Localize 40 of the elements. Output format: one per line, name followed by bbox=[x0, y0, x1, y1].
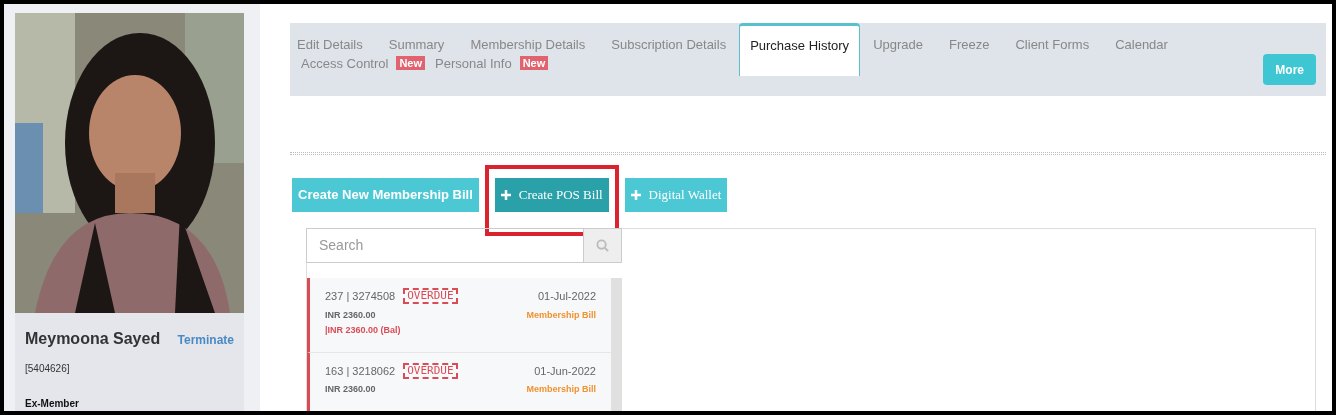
search-button[interactable] bbox=[584, 228, 622, 263]
search-icon bbox=[596, 239, 609, 252]
tab[interactable]: Freeze bbox=[936, 23, 1003, 55]
bill-amount: INR 2360.00 bbox=[325, 308, 376, 322]
tab[interactable]: Purchase History bbox=[739, 23, 861, 76]
overdue-stamp: OVERDUE bbox=[403, 362, 458, 379]
tab[interactable]: Upgrade bbox=[860, 23, 936, 55]
plus-icon bbox=[500, 189, 511, 200]
terminate-link[interactable]: Terminate bbox=[177, 331, 234, 349]
tab[interactable]: Edit Details bbox=[284, 23, 376, 55]
bill-date: 01-Jun-2022 bbox=[534, 363, 596, 379]
new-badge: New bbox=[519, 56, 549, 71]
member-status: Ex-Member bbox=[25, 398, 80, 410]
tab[interactable]: Subscription Details bbox=[598, 23, 740, 55]
action-button[interactable]: Digital Wallet bbox=[624, 178, 728, 212]
bill-item[interactable]: 237 | 3274508 OVERDUE 01-Jul-2022 INR 2360.00 Membership Bill |INR 2360.00 (Bal) bbox=[307, 278, 611, 353]
bill-type: Membership Bill bbox=[526, 383, 596, 396]
bill-number: 163 | 3218062 bbox=[325, 363, 396, 379]
tab[interactable]: Access Control bbox=[301, 53, 389, 73]
action-button[interactable]: Create POS Bill bbox=[494, 177, 609, 212]
overdue-stamp: OVERDUE bbox=[403, 288, 458, 305]
member-id: [5404626] bbox=[25, 362, 71, 376]
bill-type: Membership Bill bbox=[526, 308, 596, 322]
bill-date: 01-Jul-2022 bbox=[537, 289, 596, 304]
tab[interactable]: Personal Info bbox=[435, 53, 512, 73]
action-button[interactable]: Create New Membership Bill bbox=[292, 178, 479, 212]
tab[interactable]: Membership Details bbox=[457, 23, 599, 55]
member-name: Meymoona Sayed bbox=[25, 329, 161, 349]
scrollbar[interactable] bbox=[611, 278, 622, 411]
search-field[interactable]: Search bbox=[306, 228, 584, 263]
more-button[interactable]: More bbox=[1263, 54, 1316, 85]
bill-amount: INR 2360.00 bbox=[325, 383, 376, 396]
tab[interactable]: Calendar bbox=[1102, 23, 1181, 55]
new-badge: New bbox=[396, 56, 426, 71]
bill-item[interactable]: 163 | 3218062 OVERDUE 01-Jun-2022 INR 2360.00 Membership Bill bbox=[307, 352, 611, 411]
bill-number: 237 | 3274508 bbox=[325, 289, 396, 304]
tab[interactable]: Client Forms bbox=[1002, 23, 1103, 55]
plus-icon bbox=[630, 190, 641, 200]
bill-balance: |INR 2360.00 (Bal) bbox=[325, 324, 402, 337]
tab[interactable]: Summary bbox=[375, 23, 458, 55]
